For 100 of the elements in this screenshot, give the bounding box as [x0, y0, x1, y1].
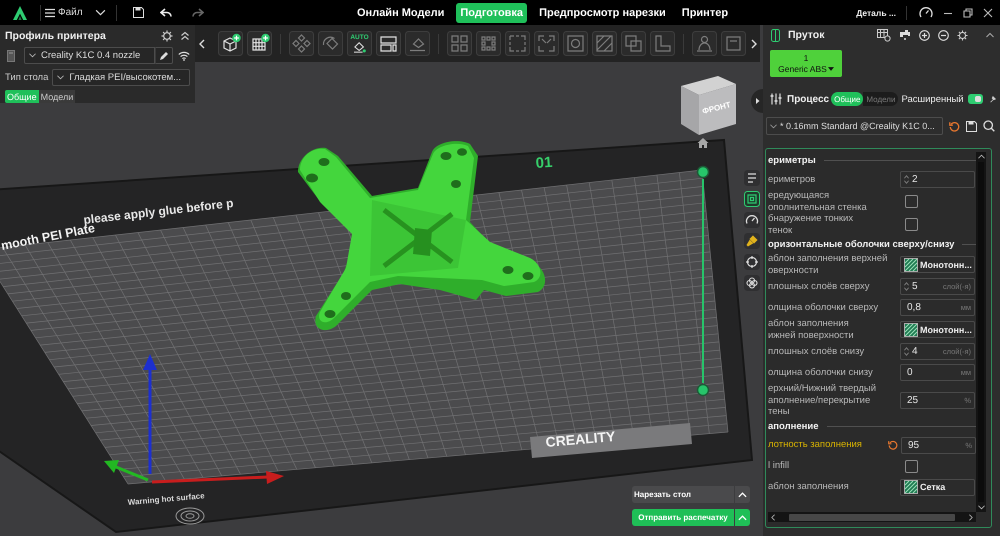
- dashed-square-icon[interactable]: [505, 31, 530, 56]
- restore-icon[interactable]: [963, 8, 973, 18]
- chevron-down-icon[interactable]: [94, 9, 106, 16]
- plate-label: Warning hot surface: [127, 491, 205, 507]
- section-heading: ериметры: [768, 155, 816, 166]
- remove-icon[interactable]: [938, 30, 949, 40]
- chevron-left-icon[interactable]: [771, 514, 775, 520]
- setting-label: ерхний/Нижний твердый аполнение/перекрытие тены: [768, 383, 878, 418]
- rotated-square-icon[interactable]: [318, 31, 343, 56]
- chevron-left-icon[interactable]: [199, 38, 205, 48]
- setting-label: бнаружение тонких тенок: [768, 213, 854, 236]
- add-icon[interactable]: [919, 30, 930, 40]
- mode-tab[interactable]: Предпросмотр нарезки: [535, 2, 670, 22]
- section-heading: аполнение: [768, 420, 819, 432]
- clover-icon[interactable]: [744, 275, 760, 291]
- pattern-dropdown[interactable]: Монотонн...: [900, 321, 975, 338]
- device-name[interactable]: Деталь ...: [856, 8, 896, 18]
- stacked-bars-icon[interactable]: [376, 31, 401, 56]
- expand-corners-icon[interactable]: [534, 31, 559, 56]
- crosshair-icon[interactable]: [744, 254, 760, 270]
- wifi-icon[interactable]: [178, 50, 190, 62]
- pencil-icon: [159, 50, 170, 60]
- chevron-down-icon: [29, 53, 36, 58]
- chevron-down-icon: [57, 75, 64, 80]
- figure-on-base-icon[interactable]: [692, 31, 717, 56]
- more-options-button[interactable]: [735, 486, 750, 503]
- square-icon[interactable]: [721, 31, 746, 56]
- action-button[interactable]: Нарезать стол: [632, 486, 734, 503]
- list-icon[interactable]: [744, 170, 760, 186]
- setting-label: олщина оболочки сверху: [768, 302, 880, 314]
- preset-dropdown[interactable]: * 0.16mm Standard @Creality K1C 0...: [766, 117, 943, 135]
- mode-tab[interactable]: Онлайн Модели: [353, 2, 448, 22]
- chevron-down-icon[interactable]: [978, 505, 984, 510]
- fingerprint-icon: [176, 508, 204, 524]
- save-icon[interactable]: [966, 120, 977, 132]
- double-chevron-up-icon[interactable]: [180, 31, 190, 41]
- chevron-right-icon[interactable]: [751, 38, 757, 48]
- menu-icon: [45, 8, 55, 18]
- caret-down-icon: [828, 67, 834, 71]
- box-gear-icon[interactable]: [877, 28, 891, 42]
- undo-icon[interactable]: [160, 6, 172, 18]
- file-menu[interactable]: Файл: [45, 7, 83, 18]
- chevron-up-icon[interactable]: [986, 31, 994, 39]
- chevron-down-icon: [770, 124, 777, 128]
- paint-brush-icon[interactable]: [744, 233, 760, 249]
- panel-tab[interactable]: Модели: [38, 90, 76, 103]
- pattern-dropdown[interactable]: Монотонн...: [900, 256, 975, 273]
- settings-icon[interactable]: [957, 30, 968, 40]
- gauge-icon[interactable]: [744, 212, 760, 228]
- horizontal-scrollbar[interactable]: [768, 512, 976, 522]
- filament-slot-button[interactable]: 1 Generic ABS: [770, 50, 842, 77]
- layers-square-icon[interactable]: [744, 191, 760, 207]
- wand-icon[interactable]: [988, 95, 997, 103]
- advanced-label: Расширенный: [901, 94, 964, 104]
- process-tab[interactable]: Модели: [863, 92, 898, 106]
- sliders-icon: [770, 93, 782, 105]
- vertical-scrollbar[interactable]: [976, 152, 986, 512]
- checkbox[interactable]: [905, 218, 918, 231]
- four-squares-icon[interactable]: [447, 31, 472, 56]
- edit-button[interactable]: [155, 47, 173, 64]
- setting-label: аблон заполнения: [768, 481, 850, 493]
- l-shape-icon[interactable]: [650, 31, 675, 56]
- faucet-icon[interactable]: [899, 29, 911, 41]
- section-title: Пруток: [788, 29, 824, 41]
- redo-icon[interactable]: [192, 6, 204, 18]
- close-icon[interactable]: [983, 8, 993, 18]
- printer-icon: [7, 50, 15, 62]
- slider-handle[interactable]: [696, 384, 710, 396]
- pattern-dropdown[interactable]: Сетка: [900, 478, 975, 496]
- search-icon[interactable]: [983, 120, 995, 132]
- printer-dropdown[interactable]: Creality K1C 0.4 nozzle: [24, 47, 156, 64]
- settings-icon[interactable]: [161, 30, 173, 42]
- revert-icon[interactable]: [888, 440, 898, 450]
- checkbox[interactable]: [905, 195, 918, 208]
- mode-tab[interactable]: Принтер: [678, 2, 732, 22]
- home-icon[interactable]: [697, 137, 709, 149]
- setting-label: олщина оболочки снизу: [768, 366, 874, 378]
- cube-plus-icon[interactable]: [218, 31, 243, 56]
- number-field[interactable]: 2: [900, 171, 975, 188]
- chevron-right-icon[interactable]: [969, 514, 973, 520]
- dot-grid-icon[interactable]: [476, 31, 501, 56]
- setting-label: ериметров: [768, 174, 816, 186]
- checkbox[interactable]: [905, 460, 918, 472]
- panel-title: Профиль принтера: [5, 30, 107, 42]
- setting-label: плошных слоёв снизу: [768, 346, 866, 358]
- chevron-up-icon[interactable]: [978, 154, 984, 159]
- stepper-arrows-icon[interactable]: [904, 281, 909, 292]
- bed-type-dropdown[interactable]: Гладкая PEI/высокотем...: [52, 69, 190, 86]
- overlapping-squares-icon[interactable]: [621, 31, 646, 56]
- revert-icon[interactable]: [949, 120, 960, 132]
- save-icon[interactable]: [132, 7, 144, 18]
- stepper-arrows-icon[interactable]: [904, 174, 909, 185]
- hatched-square-icon[interactable]: [592, 31, 617, 56]
- advanced-toggle[interactable]: [968, 94, 983, 104]
- slider-handle[interactable]: [696, 166, 710, 178]
- plate-label: CREALITY: [544, 428, 616, 450]
- collapse-tab-icon[interactable]: [751, 89, 763, 113]
- stepper-arrows-icon[interactable]: [904, 346, 909, 357]
- diamond-grid-icon[interactable]: [289, 31, 314, 56]
- grid-plus-icon[interactable]: [247, 31, 272, 56]
